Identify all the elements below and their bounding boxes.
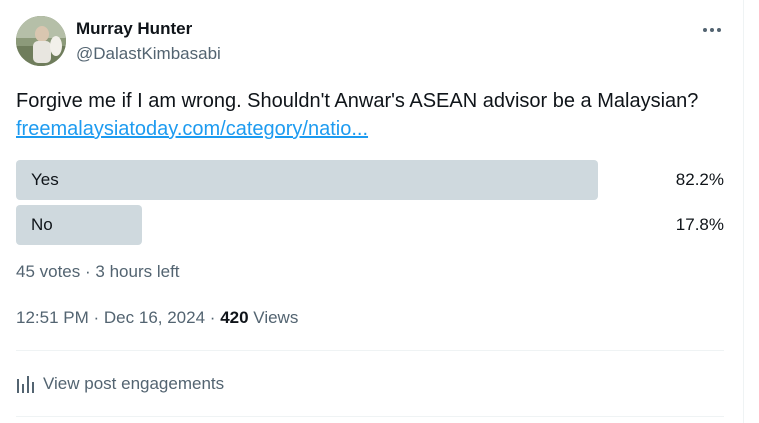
poll-meta: 45 votes · 3 hours left bbox=[16, 262, 180, 282]
poll-separator: · bbox=[85, 262, 91, 281]
views-label: Views bbox=[253, 308, 299, 327]
more-horizontal-icon bbox=[703, 28, 721, 32]
view-engagements-label: View post engagements bbox=[43, 374, 225, 393]
tweet-body: Forgive me if I am wrong. Shouldn't Anwa… bbox=[16, 90, 699, 112]
poll-percent-no: 17.8% bbox=[675, 215, 724, 234]
tweet-timestamp: 12:51 PM · Dec 16, 2024 · 420 Views bbox=[16, 307, 298, 329]
poll-label-yes: Yes bbox=[31, 170, 59, 189]
tweet-text: Forgive me if I am wrong. Shouldn't Anwa… bbox=[16, 87, 716, 143]
divider-top bbox=[16, 350, 724, 351]
poll-label-no: No bbox=[31, 215, 53, 234]
author-name[interactable]: Murray Hunter bbox=[76, 19, 192, 39]
avatar[interactable] bbox=[16, 16, 66, 66]
more-options-button[interactable] bbox=[699, 18, 725, 42]
divider-bottom bbox=[16, 416, 724, 417]
tweet-card: Murray Hunter @DalastKimbasabi Forgive m… bbox=[0, 0, 744, 423]
poll-bar-yes bbox=[16, 160, 598, 200]
poll-option-no: No 17.8% bbox=[16, 205, 724, 245]
poll-votes: 45 votes bbox=[16, 262, 81, 281]
views-count: 420 bbox=[220, 308, 249, 327]
bar-chart-icon bbox=[16, 375, 35, 393]
avatar-image bbox=[16, 16, 66, 66]
poll-option-yes: Yes 82.2% bbox=[16, 160, 724, 200]
timestamp-separator-1: · bbox=[93, 308, 100, 327]
tweet-time[interactable]: 12:51 PM bbox=[16, 308, 89, 327]
tweet-date[interactable]: Dec 16, 2024 bbox=[104, 308, 205, 327]
tweet-link[interactable]: freemalaysiatoday.com/category/natio... bbox=[16, 118, 368, 140]
poll-percent-yes: 82.2% bbox=[675, 170, 724, 189]
author-handle[interactable]: @DalastKimbasabi bbox=[76, 43, 221, 65]
view-engagements-button[interactable]: View post engagements bbox=[16, 372, 224, 396]
poll-time-left: 3 hours left bbox=[95, 262, 180, 281]
timestamp-separator-2: · bbox=[209, 308, 216, 327]
